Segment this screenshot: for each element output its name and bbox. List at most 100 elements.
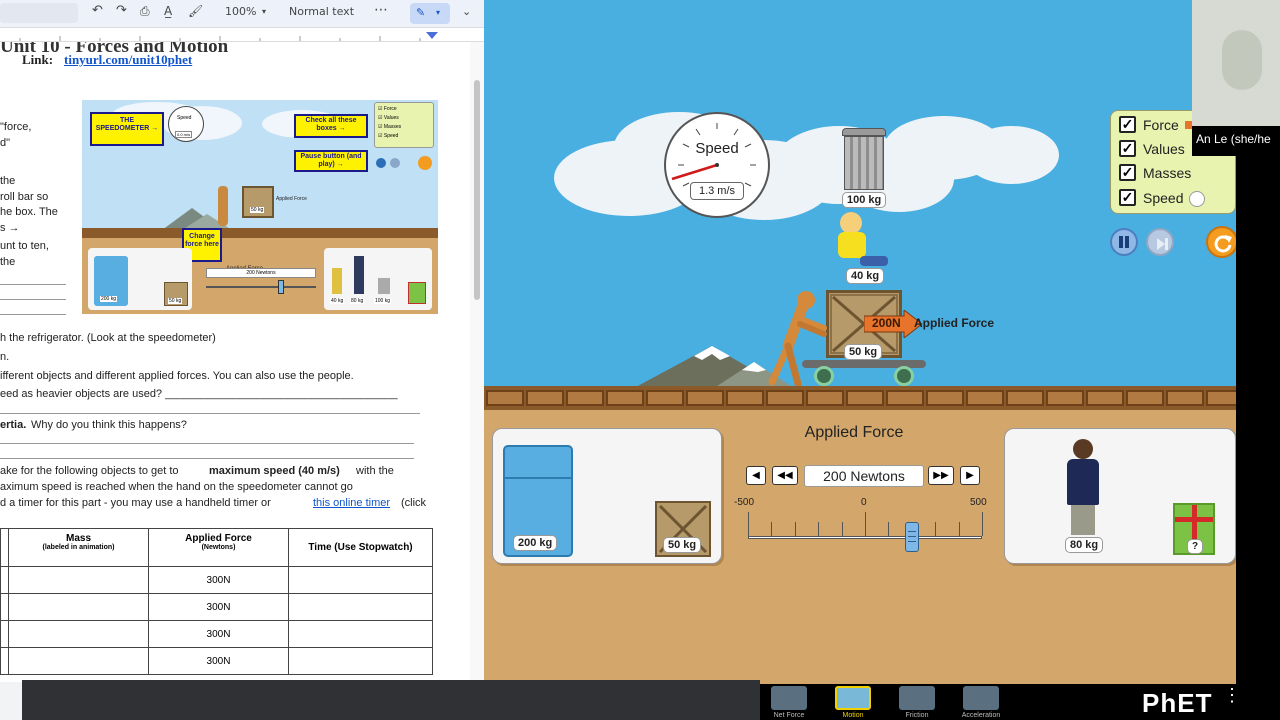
online-timer-link[interactable]: this online timer [313,497,390,509]
values-checkbox[interactable]: ✓ [1119,140,1136,157]
table-cell[interactable]: 300N [148,593,289,621]
right-objects-panel: 80 kg ? [1004,428,1236,564]
table-cell[interactable]: 300N [148,647,289,675]
table-cell[interactable] [8,593,149,621]
step-icon [1157,238,1168,250]
table-cell[interactable] [0,566,9,594]
table-cell[interactable] [288,593,433,621]
speed-checkbox-label: Speed [1143,190,1184,206]
thumb-check-values: ☑ Values [378,115,399,121]
table-row: 300N [0,593,433,621]
reset-icon [1214,235,1232,253]
thumb-checkbox-panel: ☑ Force ☑ Values ☑ Masses ☑ Speed [374,102,434,148]
webcam-name: An Le (she/he [1196,132,1271,146]
text-fragment: d" [0,137,11,149]
table-cell[interactable] [8,620,149,648]
undo-icon[interactable]: ↶ [92,3,103,18]
track-brick [846,390,884,406]
slider-thumb[interactable] [904,522,919,552]
thumb-girl [332,268,342,294]
track-brick [1166,390,1204,406]
table-cell[interactable] [288,647,433,675]
speedometer-callout: THE SPEEDOMETER → [90,112,164,146]
thumb-check-force: ☑ Force [378,106,397,112]
masses-checkbox-label: Masses [1143,165,1192,181]
motion-screen-icon[interactable] [835,686,871,710]
more-options-icon[interactable]: ⋯ [374,2,388,18]
table-header-row: Mass (labeled in animation) Applied Force… [0,528,433,567]
table-header [0,528,9,567]
redo-icon[interactable]: ↷ [116,3,127,18]
instruction-line: ifferent objects and different applied f… [0,370,354,382]
man-legs [1071,505,1095,535]
slider-track[interactable] [748,536,982,539]
phet-forces-motion-sim: Speed 1.3 m/s 100 kg 40 kg 50 kg 200N Ap… [484,0,1236,684]
rewind-icon: ◀◀ [777,470,793,481]
increment-button[interactable]: ▶ [960,466,980,485]
masses-checkbox[interactable]: ✓ [1119,164,1136,181]
collapse-toolbar-icon[interactable]: ⌄ [462,5,471,18]
applied-force-label: Applied Force [914,316,995,330]
table-cell[interactable]: 300N [148,566,289,594]
text-fragment: "force, [0,121,32,133]
text-fragment: s → [0,222,20,234]
track-brick [526,390,564,406]
speed-readout: 1.3 m/s [690,182,744,200]
fast-forward-icon: ▶▶ [933,470,949,481]
speed-checkbox[interactable]: ✓ [1119,189,1136,206]
zoom-select[interactable]: 100% [225,5,256,18]
more-menu-icon[interactable]: ⋮ [1223,686,1241,714]
ruler [0,28,484,42]
text-fragment: he box. The [0,206,58,218]
doc-scrollbar-thumb[interactable] [474,80,480,300]
force-checkbox[interactable]: ✓ [1119,116,1136,133]
instruction-line: h the refrigerator. (Look at the speedom… [0,332,216,344]
acceleration-screen-icon[interactable] [963,686,999,710]
thumb-crate [242,186,274,218]
trash-can-lid [842,128,886,136]
fridge-door-line [505,477,571,479]
style-select[interactable]: Normal text [289,5,354,18]
desktop-taskbar [22,680,760,720]
table-cell[interactable] [288,566,433,594]
values-checkbox-label: Values [1143,141,1185,157]
table-cell[interactable] [0,593,9,621]
man-head[interactable] [1073,439,1093,459]
table-cell[interactable] [8,566,149,594]
track-brick [886,390,924,406]
decrement-button[interactable]: ◀ [746,466,766,485]
slider-grip [907,541,916,542]
slider-tick [959,522,960,536]
instruction-line: eed as heavier objects are used? _______… [0,388,398,400]
thumb-step-icon [390,158,400,168]
doc-search-box[interactable] [0,3,78,23]
step-button[interactable] [1146,228,1174,256]
print-icon[interactable]: ⎙ [140,4,150,19]
slider-tick [771,522,772,536]
slider-tick [748,512,749,536]
force-subheader: (Newtons) [201,544,236,551]
table-cell[interactable] [8,647,149,675]
table-cell[interactable] [0,647,9,675]
reset-button[interactable] [1206,226,1236,258]
applied-force-field[interactable]: 200 Newtons [804,465,924,487]
fast-increment-button[interactable]: ▶▶ [928,466,954,485]
track-brick [566,390,604,406]
fast-decrement-button[interactable]: ◀◀ [772,466,798,485]
chevron-down-icon[interactable]: ▾ [262,7,266,16]
google-doc-pane: ↶ ↷ ⎙ A̲ 🖌 100% ▾ Normal text ⋯ ✎ ▾ ⌄ Un… [0,0,484,720]
mystery-weight: ? [1187,539,1204,554]
friction-screen-icon[interactable] [899,686,935,710]
table-cell[interactable] [288,620,433,648]
phet-logo[interactable]: PhET [1142,688,1212,719]
net-force-screen-icon[interactable] [771,686,807,710]
table-cell[interactable]: 300N [148,620,289,648]
spellcheck-icon[interactable]: A̲ [164,4,172,18]
thumb-left-panel: 200 kg 50 kg [88,248,192,310]
thumb-man [354,256,364,294]
table-cell[interactable] [0,620,9,648]
paint-format-icon[interactable]: 🖌 [188,4,203,18]
editing-mode-button[interactable]: ✎ ▾ [410,3,450,24]
phet-link[interactable]: tinyurl.com/unit10phet [64,52,192,68]
pause-button[interactable] [1110,228,1138,256]
